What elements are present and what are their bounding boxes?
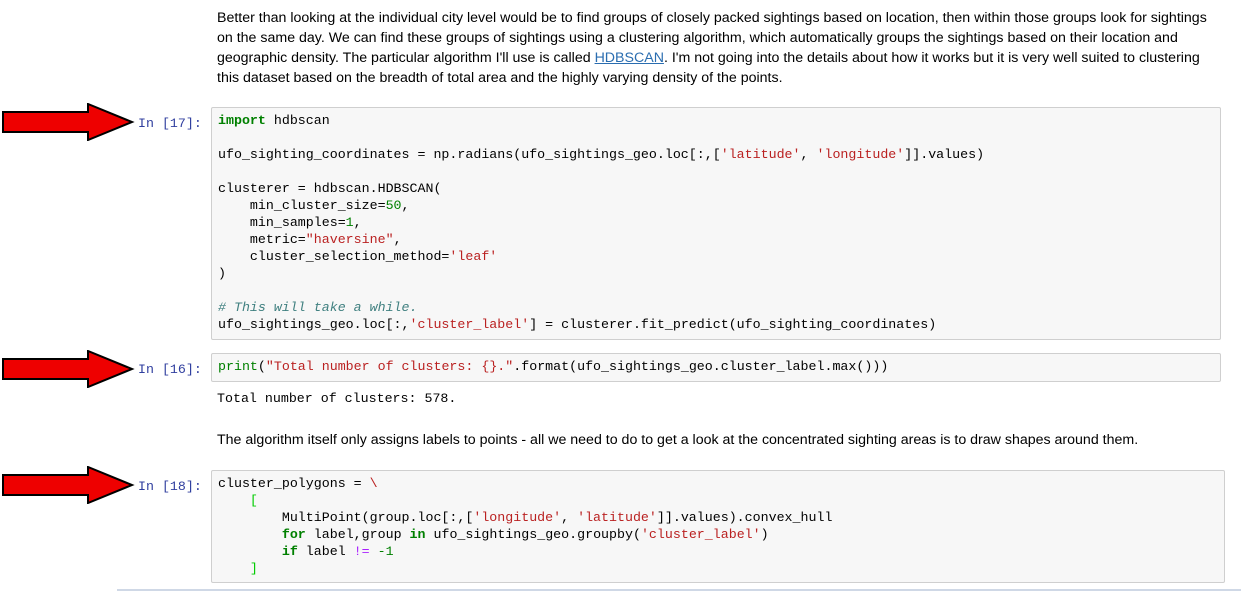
code-token: cluster_selection_method=: [218, 249, 450, 264]
code-token: cluster_polygons =: [218, 476, 370, 491]
code-token: 'cluster_label': [640, 527, 761, 542]
code-token: ]: [249, 561, 258, 576]
code-token: 'leaf': [449, 249, 498, 264]
markdown-paragraph: The algorithm itself only assigns labels…: [217, 432, 1139, 448]
code-cell-input[interactable]: cluster_polygons = \ [ MultiPoint(group.…: [211, 470, 1225, 583]
code-token: ,: [353, 215, 362, 230]
red-arrow-icon: [2, 350, 135, 388]
code-token: if: [281, 544, 298, 559]
code-block: print("Total number of clusters: {}.".fo…: [212, 354, 1220, 375]
code-token: 'latitude': [720, 147, 801, 162]
red-arrow-icon: [2, 466, 135, 504]
code-token: "haversine": [305, 232, 394, 247]
code-token: ]].values).convex_hull: [656, 510, 833, 525]
code-token: clusterer = hdbscan.HDBSCAN(: [218, 181, 442, 196]
code-token: print: [218, 359, 258, 374]
code-token: import: [218, 113, 266, 128]
code-token: 'cluster_label': [409, 317, 530, 332]
code-token: min_cluster_size=: [218, 198, 386, 213]
code-token: ,: [401, 198, 410, 213]
code-token: label: [297, 544, 354, 559]
code-cell-input[interactable]: import hdbscan ufo_sighting_coordinates …: [211, 107, 1221, 340]
markdown-intro-paragraph: Better than looking at the individual ci…: [217, 8, 1217, 88]
code-token: ,: [393, 232, 402, 247]
code-token: min_samples=: [218, 215, 346, 230]
code-token: metric=: [218, 232, 306, 247]
code-comment: # This will take a while.: [218, 300, 418, 315]
code-token: .format(ufo_sightings_geo.cluster_label.…: [513, 359, 889, 374]
code-block: cluster_polygons = \ [ MultiPoint(group.…: [212, 471, 1224, 577]
code-token: [: [249, 493, 258, 508]
code-token: in: [409, 527, 426, 542]
code-token: \: [369, 476, 378, 491]
code-token: ] = clusterer.fit_predict(ufo_sighting_c…: [529, 317, 937, 332]
code-token: hdbscan: [265, 113, 330, 128]
hdbscan-link[interactable]: HDBSCAN: [595, 50, 664, 66]
code-token: for: [281, 527, 306, 542]
cell-prompt: In [18]:: [138, 479, 202, 494]
code-token: 'longitude': [473, 510, 562, 525]
code-token: ]].values): [904, 147, 985, 162]
cell-output: Total number of clusters: 578.: [217, 391, 457, 406]
code-token: ufo_sightings_geo.groupby(: [425, 527, 641, 542]
code-token: (: [257, 359, 266, 374]
code-token: 50: [385, 198, 402, 213]
code-token: 'latitude': [577, 510, 657, 525]
code-token: "Total number of clusters: {}.": [265, 359, 514, 374]
code-token: 'longitude': [816, 147, 905, 162]
code-token: MultiPoint(group.loc[:,[: [218, 510, 474, 525]
code-token: ufo_sighting_coordinates = np.radians(uf…: [218, 147, 721, 162]
cell-prompt: In [17]:: [138, 116, 202, 131]
cell-prompt: In [16]:: [138, 362, 202, 377]
code-token: ufo_sightings_geo.loc[:,: [218, 317, 410, 332]
code-token: !=: [353, 544, 370, 559]
code-token: ): [760, 527, 769, 542]
code-token: label,group: [305, 527, 410, 542]
code-block: import hdbscan ufo_sighting_coordinates …: [212, 108, 1220, 333]
code-token: ,: [800, 147, 817, 162]
code-token: ,: [561, 510, 578, 525]
code-token: -1: [377, 544, 394, 559]
code-token: 1: [345, 215, 354, 230]
red-arrow-icon: [2, 103, 135, 141]
code-token: ): [218, 266, 226, 281]
code-cell-input[interactable]: print("Total number of clusters: {}.".fo…: [211, 353, 1221, 382]
